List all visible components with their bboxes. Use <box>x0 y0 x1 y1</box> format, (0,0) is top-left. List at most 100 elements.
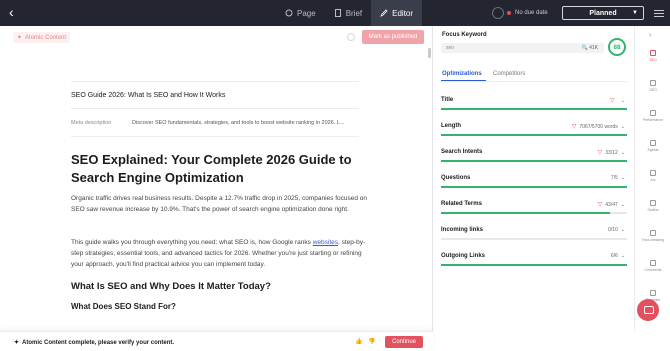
rail-item-outline[interactable]: Outline <box>635 194 670 212</box>
rail-item-comments[interactable]: Comments <box>635 254 670 272</box>
optimization-row[interactable]: Related Terms ▽ 43/47 ⌄ <box>441 201 627 221</box>
optimization-row[interactable]: Incoming links 0/10 ⌄ <box>441 227 627 247</box>
row-label: Search Intents <box>441 149 483 155</box>
progress-bar <box>441 160 627 162</box>
progress-fill <box>441 264 627 266</box>
progress-bar <box>441 108 627 110</box>
optimization-row[interactable]: Outgoing Links 6/6 ⌄ <box>441 253 627 273</box>
rail-item-performance[interactable]: Performance <box>635 104 670 122</box>
thumbs-up-icon[interactable]: 👍 <box>355 338 362 345</box>
rail-item-seo[interactable]: SEO <box>635 44 670 62</box>
meta-description[interactable]: Discover SEO fundamentals, strategies, a… <box>132 120 344 126</box>
warning-icon: ▽ <box>597 202 603 208</box>
focus-keyword-input[interactable]: seo 🔍 41K <box>441 43 604 53</box>
chat-icon[interactable] <box>637 299 659 321</box>
tab-brief-label: Brief <box>345 8 363 18</box>
article-h1[interactable]: SEO Explained: Your Complete 2026 Guide … <box>71 151 371 187</box>
rail-item-fact-checking[interactable]: Fact-checking <box>635 224 670 242</box>
optimization-row[interactable]: Questions 7/5 ⌄ <box>441 175 627 195</box>
due-date-label: No due date <box>515 10 548 16</box>
due-date-dot-icon <box>507 11 511 15</box>
tab-brief[interactable]: Brief <box>325 0 371 26</box>
optimization-row[interactable]: Search Intents ▽ 33/12 ⌄ <box>441 149 627 169</box>
rail-item-agents[interactable]: Agents <box>635 134 670 152</box>
divider <box>71 81 359 82</box>
thumbs-down-icon[interactable]: 👎 <box>368 338 375 345</box>
rail-icon <box>650 290 656 296</box>
divider <box>71 108 359 109</box>
row-value-text: 7/5 <box>610 175 618 181</box>
rail-item-geo[interactable]: GEO <box>635 74 670 92</box>
row-value-text: 7067/5700 words <box>579 123 618 130</box>
rail-label: Performance <box>642 118 664 122</box>
chevron-down-icon: ▼ <box>632 10 638 16</box>
article-h3[interactable]: What Does SEO Stand For? <box>71 302 176 311</box>
atomic-content-label: Atomic Content <box>25 34 67 41</box>
optimization-row[interactable]: Length ▽ 7067/5700 words ⌄ <box>441 123 627 143</box>
active-tab-indicator <box>441 80 486 81</box>
row-value-text: 6/6 <box>610 253 618 259</box>
progress-fill <box>441 186 627 188</box>
mark-published-button[interactable]: Mark as published <box>362 30 424 44</box>
meta-title[interactable]: SEO Guide 2026: What Is SEO and How It W… <box>71 92 225 99</box>
due-date[interactable]: No due date <box>507 7 548 19</box>
divider <box>441 81 627 82</box>
paragraph-text: This guide walks you through everything … <box>71 239 313 246</box>
top-bar: ‹ Page Brief Editor No due date Planned … <box>0 0 670 26</box>
search-volume-value: 41K <box>589 45 598 51</box>
chevron-down-icon: ⌄ <box>620 123 625 130</box>
chevron-down-icon: ⌄ <box>620 97 625 104</box>
progress-fill <box>441 134 627 136</box>
focus-keyword-label: Focus Keyword <box>442 32 487 38</box>
scrollbar[interactable] <box>428 48 431 58</box>
assignee-avatar[interactable] <box>492 7 504 19</box>
progress-bar <box>441 212 627 214</box>
row-label: Questions <box>441 175 471 181</box>
rail-item-arc[interactable]: Arc <box>635 164 670 182</box>
progress-fill <box>441 212 611 214</box>
progress-bar <box>441 134 627 136</box>
row-label: Title <box>441 97 454 103</box>
tab-page[interactable]: Page <box>276 0 325 26</box>
optimization-row[interactable]: Title ▽ ⌄ <box>441 97 627 117</box>
progress-bar <box>441 264 627 266</box>
doc-icon <box>334 9 341 17</box>
continue-button[interactable]: Continue <box>385 336 423 348</box>
row-value-text: 0/10 <box>608 227 618 233</box>
atomic-content-badge[interactable]: ✦ Atomic Content <box>13 32 71 43</box>
collapse-icon[interactable]: › <box>649 32 651 39</box>
websites-link[interactable]: websites <box>313 239 338 246</box>
menu-icon[interactable] <box>654 8 664 18</box>
row-value: 0/10 ⌄ <box>608 227 625 233</box>
search-volume: 🔍 41K <box>581 45 598 51</box>
warning-icon: ▽ <box>597 150 603 156</box>
back-arrow-icon[interactable]: ‹ <box>9 4 25 20</box>
right-rail: › SEO GEO Performance Agents Arc Outline Fact-… <box>634 26 670 331</box>
paragraph[interactable]: Organic traffic drives real business res… <box>71 193 371 215</box>
article-h2[interactable]: What Is SEO and Why Does It Matter Today… <box>71 281 271 292</box>
sparkle-icon: ✦ <box>17 35 23 41</box>
top-tabs: Page Brief Editor <box>276 0 423 26</box>
rail-label: Agents <box>647 148 659 152</box>
rail-icon <box>650 230 656 236</box>
tab-optimizations[interactable]: Optimizations <box>442 71 482 77</box>
rail-label: SEO <box>649 58 657 62</box>
paragraph[interactable]: This guide walks you through everything … <box>71 237 371 271</box>
rail-icon <box>650 80 656 86</box>
tab-competitors[interactable]: Competitors <box>493 71 525 77</box>
row-label: Related Terms <box>441 201 482 207</box>
row-label: Incoming links <box>441 227 484 233</box>
rail-label: Fact-checking <box>642 238 664 242</box>
tab-editor-label: Editor <box>392 8 414 18</box>
tab-editor[interactable]: Editor <box>371 0 423 26</box>
settings-icon[interactable] <box>347 33 355 41</box>
banner-message: ✦ Atomic Content complete, please verify… <box>14 339 174 347</box>
chevron-down-icon: ⌄ <box>620 253 625 259</box>
keyword-value: seo <box>446 45 455 51</box>
status-dropdown[interactable]: Planned ▼ <box>562 6 644 20</box>
sparkle-icon: ✦ <box>14 340 20 346</box>
row-value: ▽ ⌄ <box>610 97 625 105</box>
rail-label: Arc <box>650 178 656 182</box>
editor-pane: ✦ Atomic Content Mark as published SEO G… <box>0 26 433 351</box>
rail-icon <box>650 110 656 116</box>
